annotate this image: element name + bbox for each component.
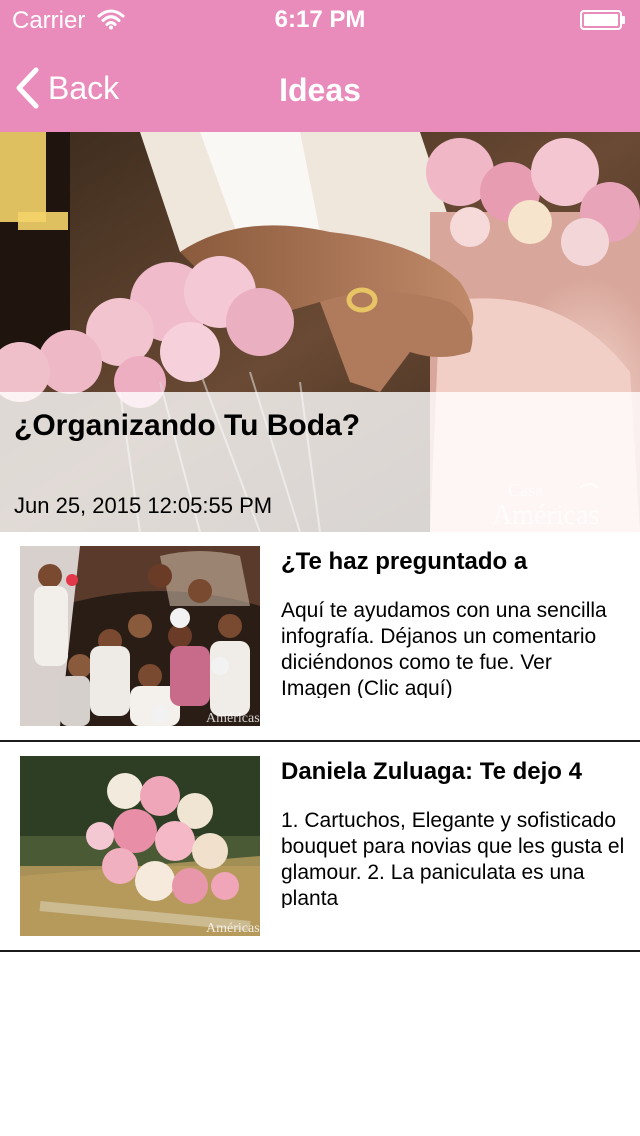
- thumbnail-watermark: Américas: [206, 921, 260, 936]
- post-excerpt: 1. Cartuchos, Elegante y sofisticado bou…: [281, 809, 625, 908]
- post-title: ¿Te haz preguntado a: [281, 548, 528, 575]
- casa-americas-watermark: Casa Américas: [492, 480, 599, 530]
- page-title: Ideas: [279, 72, 361, 108]
- list-item[interactable]: Américas ¿Te haz preguntado a Aquí te ay…: [0, 532, 640, 742]
- status-time: 6:17 PM: [274, 6, 366, 33]
- status-bar: Carrier 6:17 PM: [0, 0, 640, 40]
- featured-post[interactable]: ¿Organizando Tu Boda? Jun 25, 2015 12:05…: [0, 132, 640, 532]
- featured-date: Jun 25, 2015 12:05:55 PM: [14, 493, 273, 518]
- post-excerpt: Aquí te ayudamos con una sencilla infogr…: [281, 599, 607, 698]
- watermark-text-casa: Casa: [508, 480, 543, 500]
- post-title: Daniela Zuluaga: Te dejo 4: [281, 758, 582, 785]
- list-item[interactable]: Américas Daniela Zuluaga: Te dejo 4 1. C…: [0, 742, 640, 952]
- thumbnail-watermark: Américas: [206, 711, 260, 726]
- post-thumbnail: Américas: [20, 546, 260, 726]
- navigation-bar: Back Ideas: [0, 40, 640, 132]
- post-thumbnail: Américas: [20, 756, 260, 936]
- battery-icon: [580, 10, 625, 30]
- watermark-text-americas: Américas: [492, 500, 599, 530]
- featured-title: ¿Organizando Tu Boda?: [14, 409, 361, 442]
- top-bar: Carrier 6:17 PM Back Ideas: [0, 0, 640, 132]
